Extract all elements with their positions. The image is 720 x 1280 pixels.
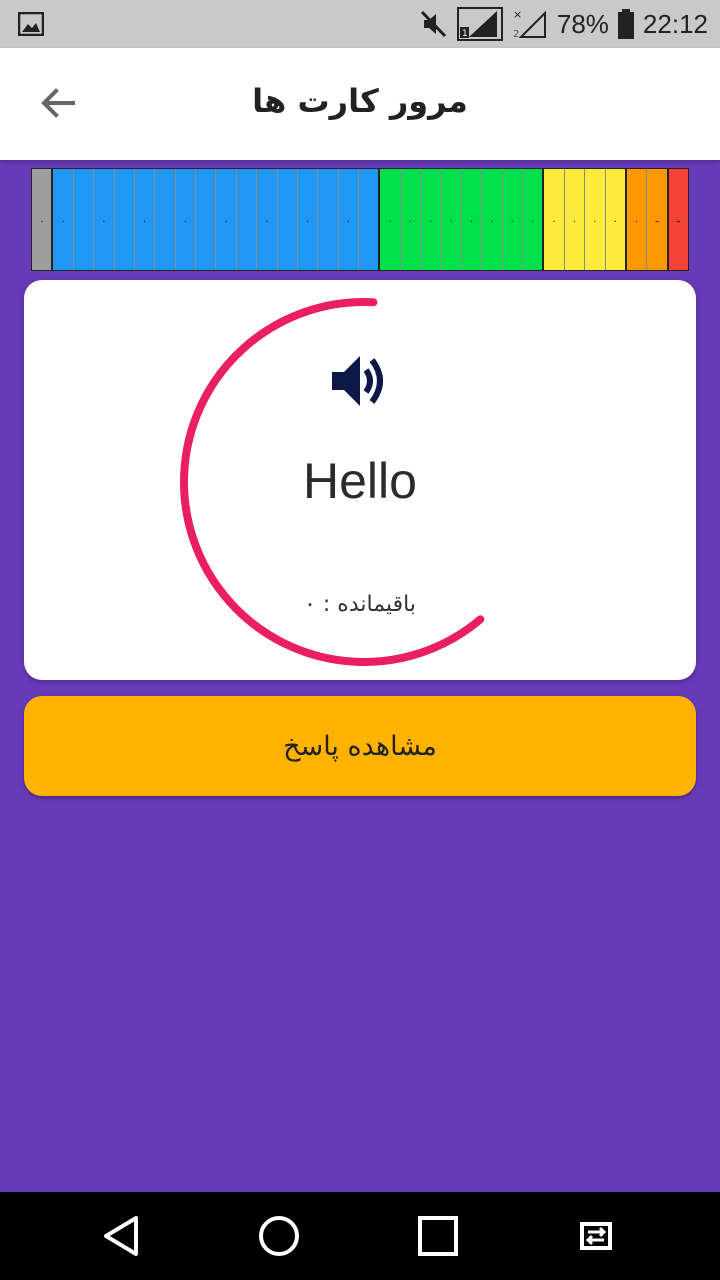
strip-cell-gray: . [32,169,54,270]
strip-cell-blue [277,169,298,270]
strip-cell-yellow: . [564,169,586,270]
strip-cell-blue [155,169,176,270]
strip-cell-blue: . [297,169,319,270]
strip-cell-green: . [502,169,523,270]
mute-icon [420,10,446,38]
toolbar: مرور کارت ها [0,48,720,160]
strip-cell-green: . [461,169,483,270]
svg-text:2: 2 [513,29,519,40]
signal-sim1-icon: 1 [456,7,503,41]
strip-cell-blue: . [216,169,237,270]
strip-cell-blue: . [134,169,156,270]
arrow-back-icon [41,88,75,118]
strip-cell-green: . [523,169,545,270]
speaker-icon[interactable] [330,352,390,410]
strip-cell-blue [114,169,135,270]
strip-cell-green: . [441,169,462,270]
progress-strip: ......................ــ [31,168,689,271]
remaining-count: باقیمانده : ۰ [304,592,416,617]
image-icon [18,12,44,36]
strip-cell-blue [73,169,95,270]
strip-cell-green: . [482,169,503,270]
switch-icon[interactable] [572,1212,620,1260]
signal-sim2-icon: 2 × [513,8,546,40]
clock: 22:12 [642,8,708,39]
battery-icon [617,9,634,39]
strip-cell-red: ـ [668,169,688,270]
strip-cell-blue [196,169,217,270]
svg-text:×: × [513,8,522,21]
page-title: مرور کارت ها [252,82,468,120]
card-word: Hello [303,453,417,509]
strip-cell-blue [236,169,258,270]
back-button[interactable] [32,78,82,128]
strip-cell-orange: . [626,169,648,270]
flashcard: Hello باقیمانده : ۰ [24,280,696,680]
home-circle-icon[interactable] [255,1212,303,1260]
strip-cell-green: . [400,169,422,270]
show-answer-button[interactable]: مشاهده پاسخ [24,696,696,796]
battery-percent: 78% [556,8,609,39]
strip-cell-yellow: . [605,169,627,270]
navigation-bar [0,1192,720,1280]
strip-cell-green: . [421,169,442,270]
strip-cell-blue: . [175,169,196,270]
strip-cell-blue: . [94,169,115,270]
svg-text:1: 1 [462,29,468,39]
strip-cell-orange: ـ [647,169,669,270]
strip-cell-blue [359,169,381,270]
strip-cell-green: . [380,169,401,270]
strip-cell-blue: . [53,169,74,270]
status-icons: 1 2 × 78% 22:12 [419,0,708,48]
status-bar: 1 2 × 78% 22:12 [0,0,720,48]
strip-cell-yellow: . [585,169,606,270]
recents-square-icon[interactable] [414,1212,462,1260]
strip-cell-blue [318,169,339,270]
strip-cell-blue: . [338,169,359,270]
strip-cell-yellow: . [544,169,565,270]
back-triangle-icon[interactable] [98,1212,146,1260]
strip-cell-blue: . [257,169,278,270]
